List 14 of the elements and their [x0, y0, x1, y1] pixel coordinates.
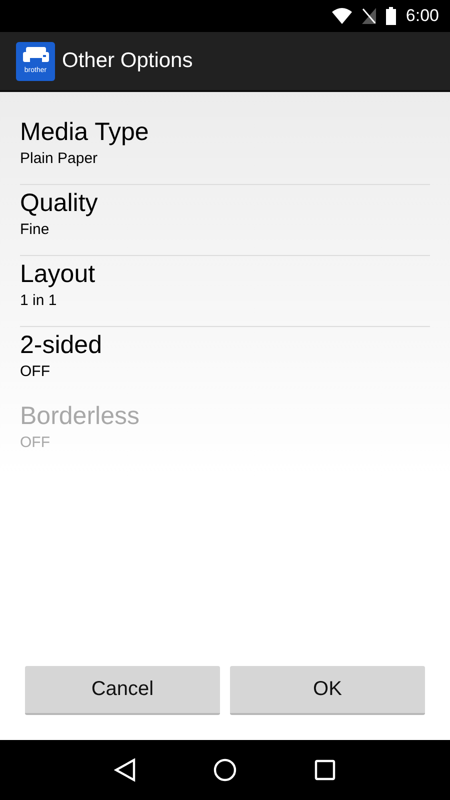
home-icon[interactable]: [212, 758, 237, 782]
dialog-button[interactable]: OK: [230, 666, 425, 715]
dialog-button[interactable]: Cancel: [25, 666, 220, 715]
battery-icon: [386, 7, 396, 25]
option-item[interactable]: 2-sided OFF: [20, 327, 430, 398]
status-time: 6:00: [406, 6, 439, 26]
back-icon[interactable]: [114, 758, 136, 782]
no-signal-icon: [362, 8, 376, 24]
recents-icon[interactable]: [314, 759, 336, 781]
screen-title: Other Options: [62, 49, 193, 73]
option-item[interactable]: Quality Fine: [20, 185, 430, 256]
option-item[interactable]: Layout 1 in 1: [20, 256, 430, 327]
option-item[interactable]: Media Type Plain Paper: [20, 114, 430, 185]
wifi-icon: [332, 8, 352, 24]
